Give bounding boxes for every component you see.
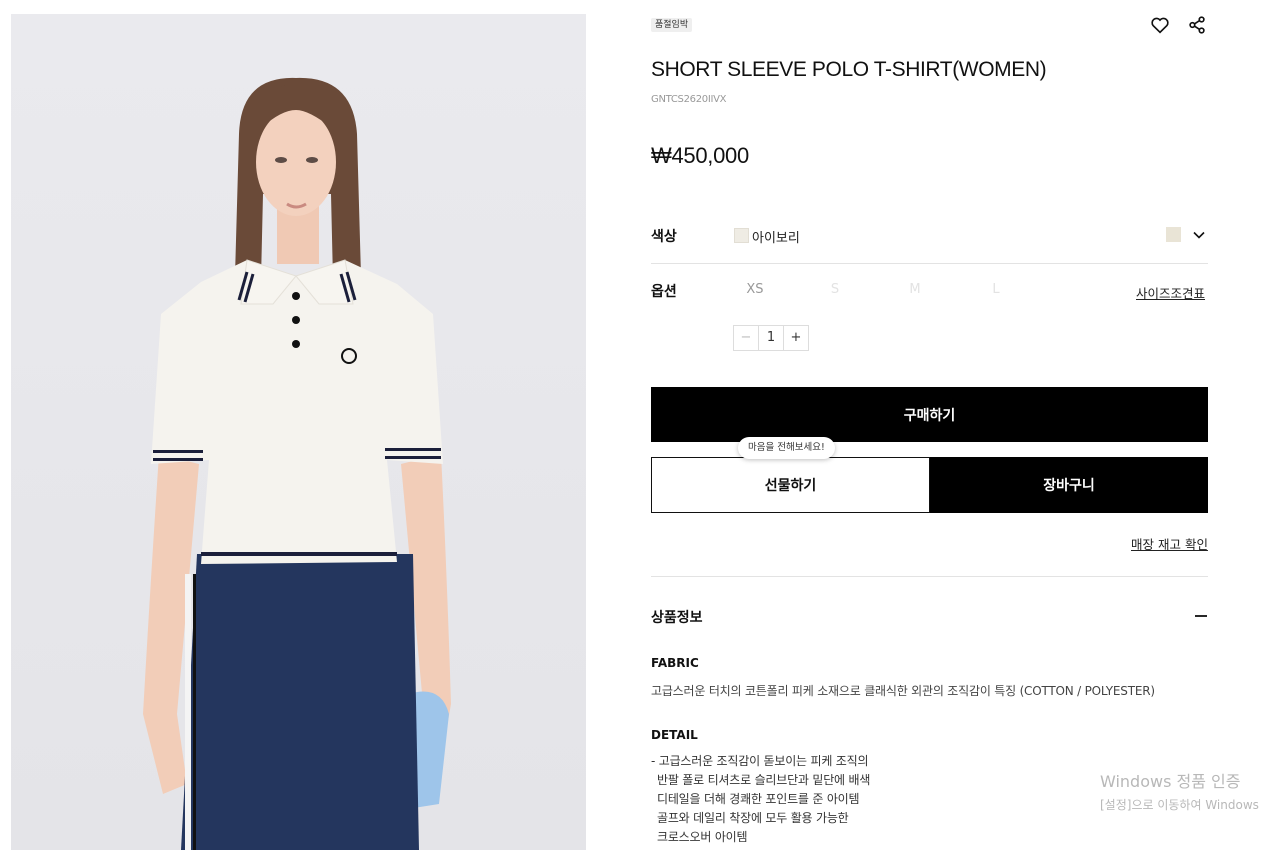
minus-icon[interactable] <box>1193 608 1209 624</box>
chevron-down-icon[interactable] <box>1190 226 1208 244</box>
heart-icon[interactable] <box>1149 14 1171 36</box>
divider <box>651 263 1208 264</box>
divider <box>651 576 1208 577</box>
option-label: 옵션 <box>651 284 677 300</box>
fabric-heading: FABRIC <box>651 656 699 670</box>
quantity-value[interactable]: 1 <box>758 326 784 350</box>
watermark-line-1: Windows 정품 인증 <box>1100 772 1241 791</box>
product-price: ₩450,000 <box>651 143 749 168</box>
quantity-minus-button[interactable]: − <box>734 326 758 350</box>
detail-line: 골프와 데일리 착장에 모두 활용 가능한 <box>657 811 849 825</box>
detail-list: - 고급스러운 조직감이 돋보이는 피케 조직의 반팔 폴로 티셔츠로 슬리브단… <box>651 752 870 847</box>
fabric-description: 고급스러운 터치의 코튼폴리 피케 소재으로 클래식한 외관의 조직감이 특징 … <box>651 684 1155 698</box>
detail-heading: DETAIL <box>651 728 698 742</box>
detail-line: - 고급스러운 조직감이 돋보이는 피케 조직의 <box>651 754 869 768</box>
gift-tooltip: 마음을 전해보세요! <box>738 437 835 459</box>
detail-line: 반팔 폴로 티셔츠로 슬리브단과 밑단에 배색 <box>657 773 871 787</box>
cart-button[interactable]: 장바구니 <box>930 457 1208 513</box>
selected-color-swatch[interactable] <box>1166 227 1181 242</box>
color-value: 아이보리 <box>752 231 800 246</box>
watermark-line-2: [설정]으로 이동하여 Windows <box>1100 798 1259 812</box>
windows-activation-watermark: Windows 정품 인증 [설정]으로 이동하여 Windows <box>1100 768 1259 813</box>
product-image <box>11 14 586 850</box>
size-chart-link[interactable]: 사이즈조견표 <box>1136 283 1205 302</box>
color-label: 색상 <box>651 229 677 245</box>
share-icon[interactable] <box>1186 14 1208 36</box>
size-option-xs[interactable]: XS <box>735 282 775 297</box>
color-swatch <box>734 228 749 243</box>
product-sku: GNTCS2620IIVX <box>651 94 727 105</box>
buy-button[interactable]: 구매하기 <box>651 387 1208 442</box>
bottom-fade <box>640 840 1240 864</box>
status-badge: 품절임박 <box>651 18 693 32</box>
store-stock-link[interactable]: 매장 재고 확인 <box>1131 534 1208 553</box>
gift-button[interactable]: 선물하기 <box>651 457 930 513</box>
size-option-m[interactable]: M <box>895 282 935 297</box>
quantity-plus-button[interactable]: + <box>784 326 808 350</box>
detail-line: 디테일을 더해 경쾌한 포인트를 준 아이템 <box>657 792 860 806</box>
product-info-title: 상품정보 <box>651 610 703 626</box>
size-option-l[interactable]: L <box>976 282 1016 297</box>
quantity-stepper: − 1 + <box>733 325 809 351</box>
product-title: SHORT SLEEVE POLO T-SHIRT(WOMEN) <box>651 58 1047 81</box>
size-option-s[interactable]: S <box>815 282 855 297</box>
model-illustration <box>143 77 451 850</box>
